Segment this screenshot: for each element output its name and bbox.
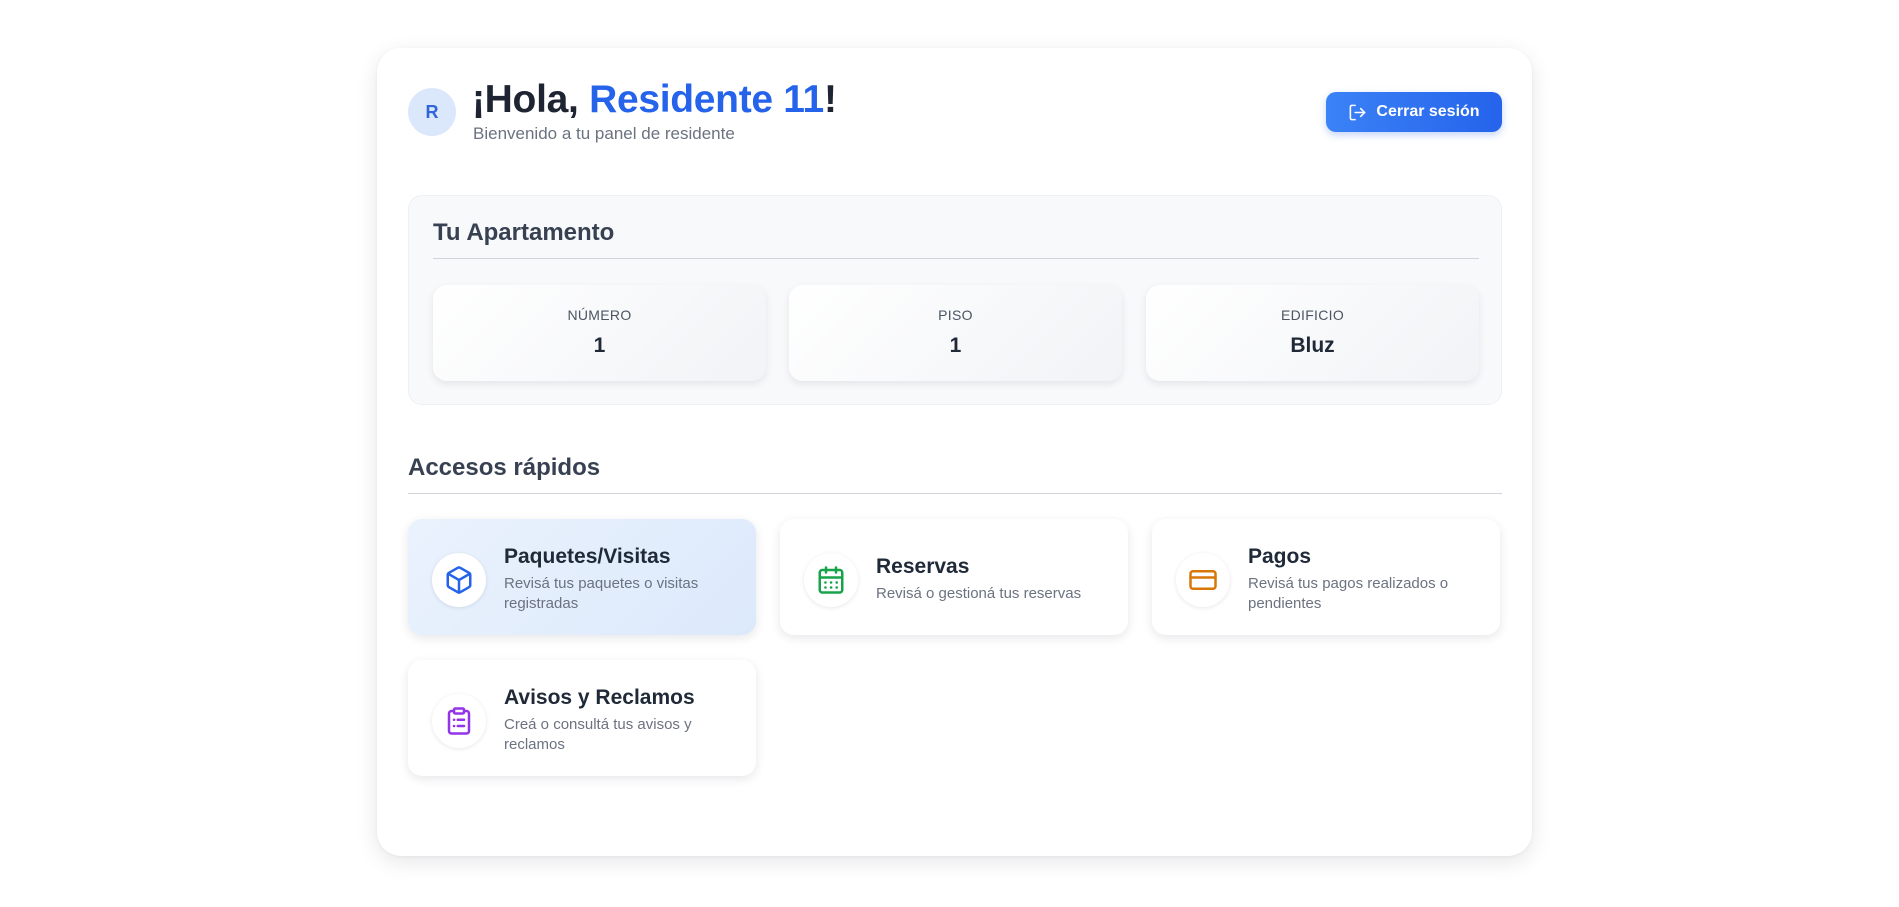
quick-access-description: Revisá o gestioná tus reservas — [876, 585, 1082, 602]
stat-value: Bluz — [1290, 334, 1335, 357]
logout-icon — [1348, 103, 1367, 122]
divider — [408, 493, 1502, 494]
quick-access-reservations[interactable]: Reservas Revisá o gestioná tus reservas — [780, 519, 1128, 635]
stat-card-floor: PISO 1 — [789, 285, 1122, 381]
quick-access-description: Creá o consultá tus avisos y reclamos — [504, 716, 692, 753]
divider — [433, 258, 1479, 259]
logout-button[interactable]: Cerrar sesión — [1326, 92, 1502, 132]
quick-access-payments[interactable]: Pagos Revisá tus pagos realizados o pend… — [1152, 519, 1500, 635]
quick-access-description: Revisá tus paquetes o visitas registrada… — [504, 575, 699, 612]
page-title: ¡Hola, Residente 11! — [472, 78, 837, 122]
stat-card-building: EDIFICIO Bluz — [1146, 285, 1479, 381]
quick-access-label: Reservas — [876, 555, 970, 578]
greeting-prefix: ¡Hola, — [472, 78, 590, 121]
stat-label: EDIFICIO — [1280, 307, 1345, 323]
greeting-suffix: ! — [823, 78, 837, 121]
package-icon — [432, 553, 486, 607]
logout-label: Cerrar sesión — [1376, 103, 1480, 120]
avatar-initial: R — [425, 101, 439, 122]
quick-access-notices[interactable]: Avisos y Reclamos Creá o consultá tus av… — [408, 660, 756, 776]
credit-card-icon — [1176, 553, 1230, 607]
calendar-icon — [804, 553, 858, 607]
quick-access-packages[interactable]: Paquetes/Visitas Revisá tus paquetes o v… — [408, 519, 756, 635]
dashboard-card: R ¡Hola, Residente 11! Bienvenido a tu p… — [377, 48, 1532, 856]
apartment-title: Tu Apartamento — [433, 219, 615, 246]
page-subtitle: Bienvenido a tu panel de residente — [473, 124, 735, 143]
resident-name: Residente 11 — [589, 78, 824, 121]
quick-access-title: Accesos rápidos — [408, 454, 601, 481]
stat-label: NÚMERO — [567, 307, 632, 323]
stat-value: 1 — [593, 334, 606, 357]
stat-value: 1 — [949, 334, 962, 357]
quick-access-description: Revisá tus pagos realizados o pendientes — [1248, 575, 1449, 612]
stat-label: PISO — [938, 307, 973, 323]
apartment-panel: Tu Apartamento NÚMERO 1 PISO 1 EDIFICIO … — [408, 195, 1502, 405]
clipboard-list-icon — [432, 694, 486, 748]
quick-access-label: Pagos — [1248, 545, 1312, 568]
quick-access-label: Avisos y Reclamos — [504, 686, 695, 709]
stat-card-number: NÚMERO 1 — [433, 285, 766, 381]
quick-access-label: Paquetes/Visitas — [504, 545, 671, 568]
avatar: R — [408, 88, 456, 136]
